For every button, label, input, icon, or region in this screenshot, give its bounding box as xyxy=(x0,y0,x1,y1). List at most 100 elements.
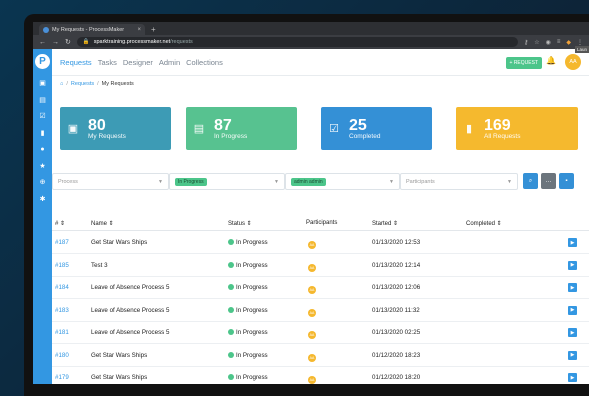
forward-icon[interactable]: → xyxy=(52,39,59,46)
address-bar: ← → ↻ 🔒 sparktraining.processmaker.net/r… xyxy=(33,35,589,49)
status-text: In Progress xyxy=(236,284,268,291)
status-dot-icon xyxy=(228,306,234,313)
tab-close-icon[interactable]: × xyxy=(137,27,141,33)
home-icon[interactable]: ⌂ xyxy=(60,81,63,87)
table-row[interactable]: #180 Get Star Wars Ships In Progress AA 01/1… xyxy=(52,345,589,367)
more-icon[interactable]: ⋮ xyxy=(577,39,583,46)
request-status: In Progress xyxy=(228,284,268,291)
chevron-down-icon: ▼ xyxy=(507,178,512,185)
nav-admin[interactable]: Admin xyxy=(159,58,180,67)
browser-tab[interactable]: My Requests - ProcessMaker × xyxy=(39,24,145,35)
status-filter[interactable]: In Progress ▼ xyxy=(169,173,285,190)
participant-avatar[interactable]: AA xyxy=(308,284,316,294)
processmaker-logo[interactable]: P xyxy=(35,54,50,69)
sidebar-tasks-icon[interactable]: ☑ xyxy=(39,113,45,121)
table-row[interactable]: #181 Leave of Absence Process 5 In Progres… xyxy=(52,322,589,344)
open-request-button[interactable]: ▶ xyxy=(568,305,577,315)
sidebar-clipboard-icon[interactable]: ▮ xyxy=(41,130,45,138)
nav-designer[interactable]: Designer xyxy=(123,58,153,67)
status-dot-icon xyxy=(228,351,234,358)
extension-orange-icon[interactable]: ◆ xyxy=(566,39,571,46)
extension-icon[interactable]: ◉ xyxy=(546,39,551,46)
participant-avatar[interactable]: AA xyxy=(308,374,316,384)
sidebar-settings-icon[interactable]: ✱ xyxy=(40,196,46,204)
open-request-button[interactable]: ▶ xyxy=(568,350,577,360)
participant-avatar[interactable]: AA xyxy=(308,239,316,249)
participants-filter[interactable]: Participants ▼ xyxy=(400,173,518,190)
nav-tasks[interactable]: Tasks xyxy=(98,58,117,67)
open-request-button[interactable]: ▶ xyxy=(568,328,577,337)
header-status[interactable]: Status ⇕ xyxy=(228,220,252,227)
table-row[interactable]: #187 Get Star Wars Ships In Progress AA 01/1… xyxy=(52,232,589,254)
participant-avatar[interactable]: AA xyxy=(308,307,316,317)
card-my-requests[interactable]: ▣ 80 My Requests xyxy=(60,107,171,150)
app: P ▣ ▤ ☑ ▮ ● ★ ⊕ ✱ Requests Tasks Designe… xyxy=(33,49,589,384)
save-icon: ▪ xyxy=(565,178,568,184)
breadcrumb-current: My Requests xyxy=(101,81,134,87)
request-id-link[interactable]: #183 xyxy=(55,307,69,314)
key-icon[interactable]: ⚷ xyxy=(524,39,528,46)
participant-avatar[interactable]: AA xyxy=(308,352,316,362)
reload-icon[interactable]: ↻ xyxy=(65,38,71,46)
open-request-button[interactable]: ▶ xyxy=(568,260,577,270)
card-count: 80 xyxy=(88,116,106,134)
advanced-button[interactable]: … xyxy=(541,173,556,189)
request-started: 01/13/2020 12:14 xyxy=(372,261,421,269)
request-id-link[interactable]: #184 xyxy=(55,284,69,291)
participant-avatar[interactable]: AA xyxy=(308,262,316,272)
nav-requests[interactable]: Requests xyxy=(60,58,92,67)
sidebar-requests-icon[interactable]: ▣ xyxy=(39,80,46,88)
new-request-button[interactable]: + REQUEST xyxy=(505,57,542,69)
url-field[interactable]: 🔒 sparktraining.processmaker.net/request… xyxy=(76,37,518,47)
card-in-progress[interactable]: ▤ 87 In Progress xyxy=(186,107,297,150)
sidebar-documents-icon[interactable]: ▤ xyxy=(39,97,46,105)
status-dot-icon xyxy=(228,261,234,268)
header-started[interactable]: Started ⇕ xyxy=(372,220,398,227)
status-dot-icon xyxy=(228,374,234,380)
open-request-button[interactable]: ▶ xyxy=(568,373,577,382)
nav-collections[interactable]: Collections xyxy=(186,58,223,67)
table-row[interactable]: #183 Leave of Absence Process 5 In Progres… xyxy=(52,300,589,322)
request-id-link[interactable]: #179 xyxy=(55,374,69,381)
header-completed[interactable]: Completed ⇕ xyxy=(466,220,502,227)
back-icon[interactable]: ← xyxy=(39,39,46,46)
requester-filter[interactable]: admin admin ▼ xyxy=(285,173,400,190)
participant-avatar[interactable]: AA xyxy=(308,329,316,339)
breadcrumb-requests[interactable]: Requests xyxy=(71,81,94,87)
table-row[interactable]: #184 Leave of Absence Process 5 In Progres… xyxy=(52,277,589,299)
table-row[interactable]: #185 Test 3 In Progress AA 01/13/2020 12:14 ▶ xyxy=(52,255,589,277)
request-name: Test 3 xyxy=(91,261,108,269)
status-chip[interactable]: In Progress xyxy=(175,177,207,186)
save-search-button[interactable]: ▪ xyxy=(559,173,574,189)
favicon-icon xyxy=(43,26,49,33)
request-id-link[interactable]: #180 xyxy=(55,352,69,359)
table-row[interactable]: #179 Get Star Wars Ships In Progress AA 01/1… xyxy=(52,367,589,384)
sidebar-user-icon[interactable]: ● xyxy=(40,146,44,154)
process-filter[interactable]: Process ▼ xyxy=(52,173,169,190)
card-all-requests[interactable]: ▮ 169 All Requests xyxy=(456,107,578,150)
star-icon[interactable]: ☆ xyxy=(534,39,539,46)
sidebar-star-icon[interactable]: ★ xyxy=(39,163,45,171)
search-button[interactable]: ⌕ xyxy=(523,173,538,189)
new-tab-button[interactable]: + xyxy=(145,24,162,35)
request-status: In Progress xyxy=(228,261,268,269)
request-id-link[interactable]: #187 xyxy=(55,239,69,246)
request-started: 01/13/2020 11:32 xyxy=(372,306,420,314)
caret-right-icon: ▶ xyxy=(570,307,575,313)
header-id[interactable]: # ⇕ xyxy=(55,220,65,227)
request-started: 01/12/2020 18:23 xyxy=(372,351,421,359)
open-request-button[interactable]: ▶ xyxy=(568,283,577,292)
request-id-link[interactable]: #181 xyxy=(55,329,69,336)
clipboard-list-icon: ▮ xyxy=(465,123,473,135)
header-name[interactable]: Name ⇕ xyxy=(91,220,114,227)
avatar[interactable]: AA xyxy=(565,54,581,70)
menu-icon[interactable]: ≡ xyxy=(557,39,561,46)
request-status: In Progress xyxy=(228,306,268,314)
sidebar-search-icon[interactable]: ⊕ xyxy=(40,179,46,187)
requester-chip[interactable]: admin admin xyxy=(291,177,326,186)
open-request-button[interactable]: ▶ xyxy=(568,238,577,247)
bell-icon[interactable]: 🔔 xyxy=(546,56,556,65)
card-completed[interactable]: ☑ 25 Completed xyxy=(321,107,432,150)
request-status: In Progress xyxy=(228,374,268,381)
request-id-link[interactable]: #185 xyxy=(55,262,69,269)
